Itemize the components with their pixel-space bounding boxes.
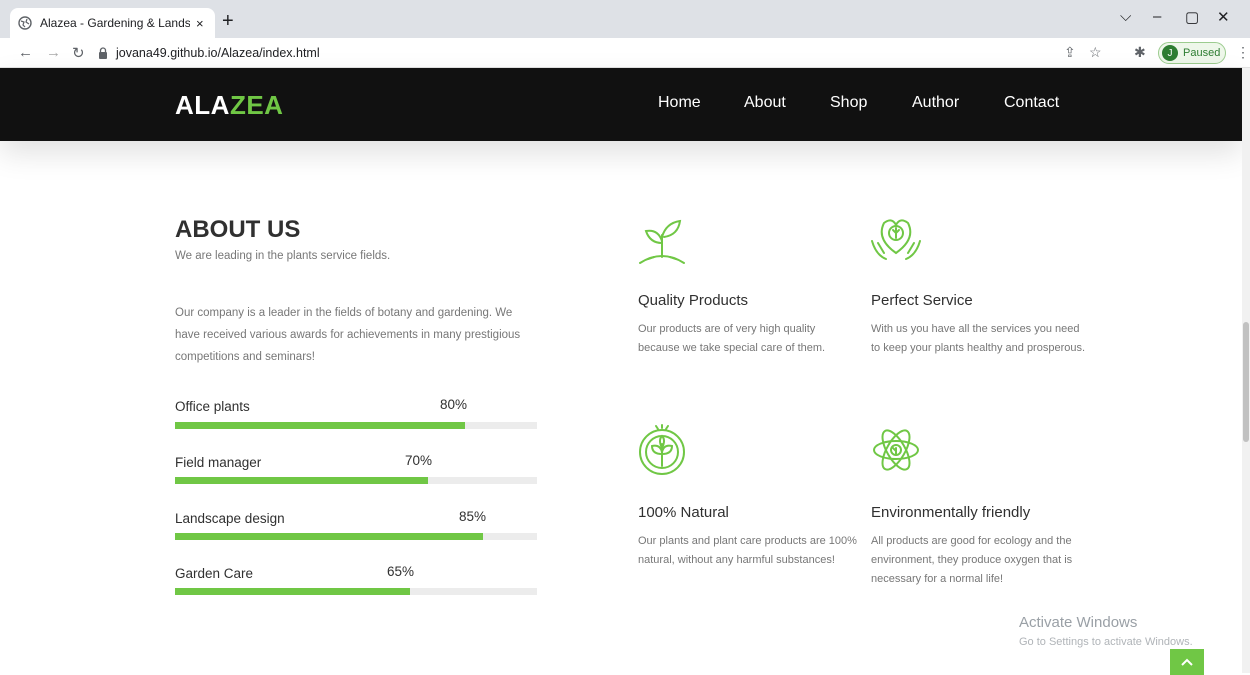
maximize-icon[interactable]: ▢ xyxy=(1185,8,1199,26)
feature-text: All products are good for ecology and th… xyxy=(871,535,1073,585)
nav-home[interactable]: Home xyxy=(658,94,701,112)
about-text: Our company is a leader in the fields of… xyxy=(175,307,521,363)
skill-bar xyxy=(175,422,537,429)
feature-text: Our products are of very high quality be… xyxy=(638,323,826,354)
logo[interactable]: ALAZEA xyxy=(175,90,283,121)
profile-status: Paused xyxy=(1183,47,1221,59)
about-title: ABOUT US xyxy=(175,216,301,243)
site-header: ALAZEA Home About Shop Author Contact xyxy=(0,68,1242,141)
skill-bar-fill xyxy=(175,422,465,429)
browser-tab-bar: Alazea - Gardening & Landscapi × + ⌵ – ▢… xyxy=(0,0,1250,38)
lock-icon xyxy=(99,47,107,59)
scrollbar-thumb[interactable] xyxy=(1243,322,1249,442)
activate-windows-subtitle: Go to Settings to activate Windows. xyxy=(1019,636,1193,648)
forward-icon[interactable]: → xyxy=(46,44,61,61)
skill-bar xyxy=(175,477,537,484)
eco-atom-icon xyxy=(873,429,919,471)
close-window-icon[interactable]: ✕ xyxy=(1217,8,1230,26)
reload-icon[interactable]: ↻ xyxy=(72,44,85,62)
scroll-to-top-button[interactable] xyxy=(1170,649,1204,675)
feature-title: Perfect Service xyxy=(871,292,973,309)
skill-percent: 65% xyxy=(387,564,415,579)
skill-percent: 80% xyxy=(440,397,468,412)
logo-part-1: ALA xyxy=(175,90,230,120)
about-subtitle: We are leading in the plants service fie… xyxy=(175,250,391,262)
minimize-icon[interactable]: – xyxy=(1153,8,1161,25)
new-tab-button[interactable]: + xyxy=(222,11,234,31)
tab-search-icon[interactable]: ⌵ xyxy=(1120,8,1131,25)
nav-shop[interactable]: Shop xyxy=(830,94,867,112)
extensions-icon[interactable]: ✱ xyxy=(1134,44,1146,61)
nav-about[interactable]: About xyxy=(744,94,786,112)
skill-label: Field manager xyxy=(175,455,262,470)
feature-title: Environmentally friendly xyxy=(871,504,1031,521)
back-icon[interactable]: ← xyxy=(18,44,33,61)
tab-title: Alazea - Gardening & Landscapi xyxy=(40,16,190,30)
skill-label: Office plants xyxy=(175,399,250,414)
leaf-badge-icon xyxy=(639,424,685,475)
share-icon[interactable]: ⇪ xyxy=(1064,44,1076,61)
feature-title: Quality Products xyxy=(638,292,749,309)
url-text: jovana49.github.io/Alazea/index.html xyxy=(116,46,320,60)
menu-dots-icon[interactable]: ⋮ xyxy=(1236,44,1250,61)
avatar: J xyxy=(1162,45,1178,61)
sprout-icon xyxy=(639,219,685,264)
globe-icon xyxy=(18,16,32,30)
nav-contact[interactable]: Contact xyxy=(1004,94,1059,112)
logo-part-2: ZEA xyxy=(229,90,284,120)
skill-percent: 85% xyxy=(459,509,487,524)
feature-title: 100% Natural xyxy=(638,504,729,521)
tab-close-icon[interactable]: × xyxy=(196,16,204,31)
skill-label: Garden Care xyxy=(175,566,254,581)
feature-text: Our plants and plant care products are 1… xyxy=(638,535,857,566)
nav-author[interactable]: Author xyxy=(912,94,959,112)
skill-bar-fill xyxy=(175,533,483,540)
skill-bar-fill xyxy=(175,477,429,484)
omnibox[interactable]: jovana49.github.io/Alazea/index.html xyxy=(98,41,1158,65)
skill-bar-fill xyxy=(175,588,411,595)
bookmark-star-icon[interactable]: ☆ xyxy=(1089,44,1102,61)
browser-address-bar: ← → ↻ jovana49.github.io/Alazea/index.ht… xyxy=(0,38,1250,68)
skill-percent: 70% xyxy=(405,453,433,468)
skill-bar xyxy=(175,588,537,595)
feature-text: With us you have all the services you ne… xyxy=(871,323,1086,354)
activate-windows-title: Activate Windows xyxy=(1019,614,1138,631)
browser-tab[interactable]: Alazea - Gardening & Landscapi × xyxy=(10,8,215,38)
profile-button[interactable]: J Paused xyxy=(1158,42,1226,64)
skill-bar xyxy=(175,533,537,540)
skill-label: Landscape design xyxy=(175,511,285,526)
heart-hands-icon xyxy=(871,219,921,260)
chevron-up-icon xyxy=(1181,658,1193,666)
